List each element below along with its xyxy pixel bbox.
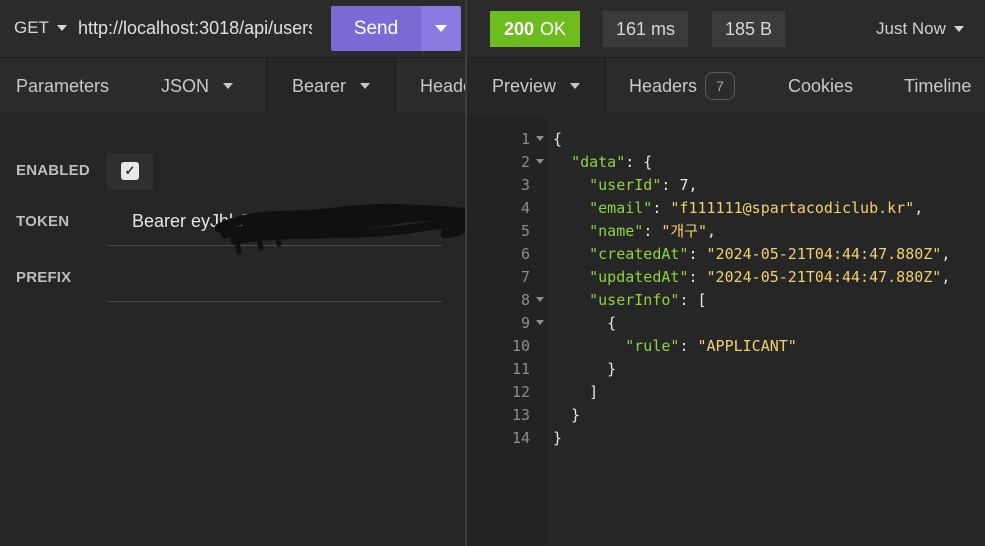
json-string: "2024-05-21T04:44:47.880Z" <box>706 244 942 263</box>
line-number: 8 <box>520 291 530 309</box>
json-key: "userInfo" <box>589 290 680 309</box>
received-time: Just Now <box>876 19 946 38</box>
json-key: "updatedAt" <box>589 267 689 286</box>
history-dropdown[interactable]: Just Now <box>876 19 964 39</box>
response-size-badge: 185 B <box>712 11 786 47</box>
line-number: 9 <box>520 314 530 332</box>
line-number: 13 <box>511 406 530 424</box>
line-number: 1 <box>520 130 530 148</box>
code-line: "name": "개구", <box>589 221 717 241</box>
tab-label: Parameters <box>16 75 110 96</box>
line-number: 14 <box>511 429 530 447</box>
redaction-scribble <box>215 203 500 255</box>
code-line: } <box>553 428 563 447</box>
code-line: "rule": "APPLICANT" <box>625 336 797 355</box>
code-line: } <box>553 359 617 378</box>
line-number: 5 <box>520 222 530 240</box>
line-number: 3 <box>520 176 530 194</box>
tab-parameters[interactable]: Parameters <box>0 58 139 114</box>
json-key: "data" <box>571 152 626 171</box>
tab-label: JSON <box>161 75 210 96</box>
chevron-down-icon <box>56 25 67 31</box>
method-selector[interactable]: GET <box>14 18 67 38</box>
fold-toggle-icon[interactable] <box>536 320 544 325</box>
tab-label: Timeline <box>904 75 972 96</box>
tab-label: Headers <box>420 75 465 96</box>
status-text: OK <box>540 18 567 39</box>
json-string: "2024-05-21T04:44:47.880Z" <box>706 267 942 286</box>
status-badge: 200 OK <box>490 11 581 47</box>
fold-toggle-icon[interactable] <box>536 136 544 141</box>
tab-label: Preview <box>492 75 557 96</box>
enabled-checkbox[interactable]: ✓ <box>107 153 153 189</box>
line-number: 4 <box>520 199 530 217</box>
code-line: "email": "f111111@spartacodiclub.kr", <box>589 198 924 217</box>
tab-auth[interactable]: Bearer <box>267 58 395 114</box>
auth-panel <box>0 115 465 546</box>
checkmark-icon: ✓ <box>121 162 139 180</box>
code-line: "updatedAt": "2024-05-21T04:44:47.880Z", <box>589 267 951 286</box>
tab-label: Bearer <box>292 75 347 96</box>
json-key: "userId" <box>589 175 662 194</box>
code-line: "userInfo": [ <box>589 290 707 309</box>
json-key: "rule" <box>625 336 680 355</box>
code-line: { <box>553 129 563 148</box>
tab-body[interactable]: JSON <box>139 58 266 114</box>
line-number: 10 <box>511 337 530 355</box>
chevron-down-icon <box>223 83 234 89</box>
response-time-badge: 161 ms <box>603 11 689 47</box>
line-number: 11 <box>511 360 530 378</box>
token-label: TOKEN <box>16 213 70 230</box>
tab-headers[interactable]: Headers <box>396 58 465 114</box>
code-line: "createdAt": "2024-05-21T04:44:47.880Z", <box>589 244 951 263</box>
json-key: "createdAt" <box>589 244 689 263</box>
pane-divider[interactable] <box>465 0 467 546</box>
fold-toggle-icon[interactable] <box>536 159 544 164</box>
tab-preview[interactable]: Preview <box>467 58 605 114</box>
url-input[interactable]: http://localhost:3018/api/users <box>78 18 312 39</box>
send-options-button[interactable] <box>421 6 461 51</box>
status-code: 200 <box>504 18 535 39</box>
line-number: 7 <box>520 268 530 286</box>
code-line: } <box>553 405 581 424</box>
tab-timeline[interactable]: Timeline <box>878 58 985 114</box>
json-string: "개구" <box>661 222 708 240</box>
json-key: "name" <box>589 221 644 240</box>
send-button[interactable]: Send <box>331 6 421 51</box>
prefix-label: PREFIX <box>16 269 72 286</box>
code-line: "userId": 7, <box>589 175 698 194</box>
tab-cookies[interactable]: Cookies <box>766 58 878 114</box>
tab-response-headers[interactable]: Headers 7 <box>606 58 766 114</box>
headers-count-badge: 7 <box>705 72 736 100</box>
method-label: GET <box>14 18 49 37</box>
line-number: 6 <box>520 245 530 263</box>
chevron-down-icon <box>435 25 447 32</box>
json-string: "f111111@spartacodiclub.kr" <box>670 198 915 217</box>
chevron-down-icon <box>570 83 581 89</box>
enabled-label: ENABLED <box>16 162 90 179</box>
code-line: ] <box>553 382 599 401</box>
code-line: "data": { <box>571 152 653 171</box>
json-key: "email" <box>589 198 653 217</box>
prefix-input[interactable] <box>107 301 442 302</box>
line-number: 2 <box>520 153 530 171</box>
tab-label: Cookies <box>788 75 854 96</box>
tab-label: Headers <box>629 75 698 96</box>
json-string: "APPLICANT" <box>697 336 797 355</box>
json-number: 7 <box>679 175 689 194</box>
fold-toggle-icon[interactable] <box>536 297 544 302</box>
chevron-down-icon <box>360 83 371 89</box>
chevron-down-icon <box>953 26 964 32</box>
code-line: { <box>553 313 617 332</box>
line-number: 12 <box>511 383 530 401</box>
